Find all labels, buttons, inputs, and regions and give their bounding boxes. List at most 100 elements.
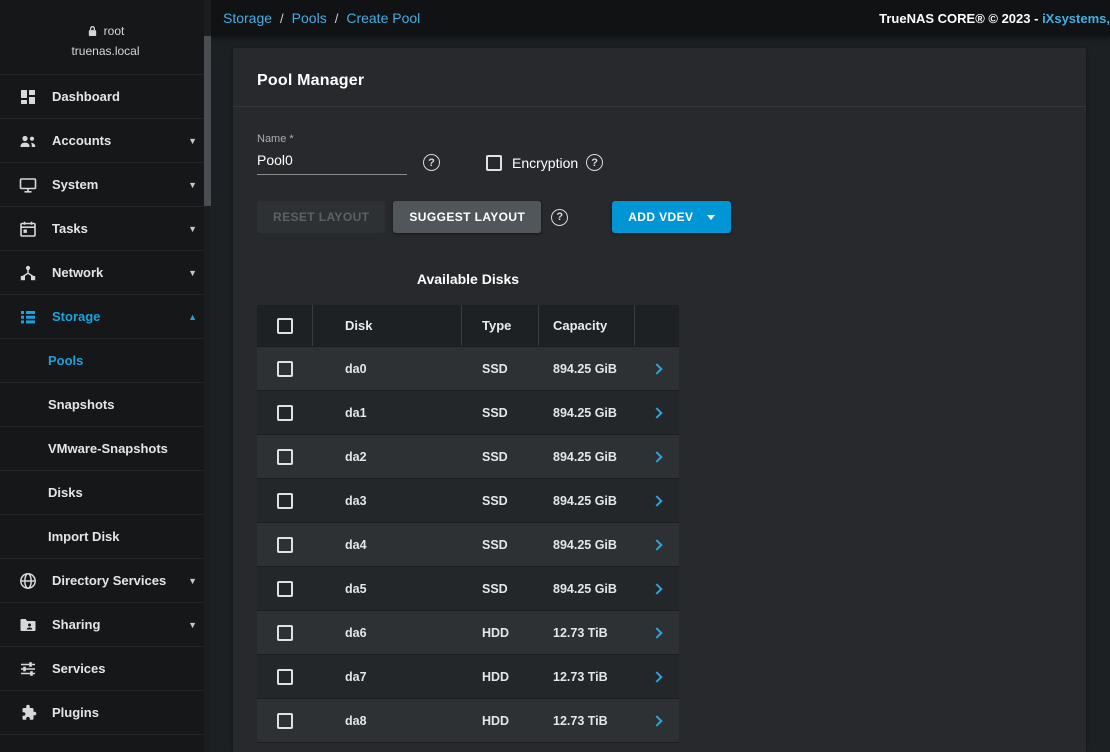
sidebar-item-network[interactable]: Network ▼ [0,251,211,295]
sidebar-item-accounts[interactable]: Accounts ▼ [0,119,211,163]
chevron-down-icon: ▼ [188,268,197,278]
column-header-disk[interactable]: Disk [313,305,462,346]
select-disk-checkbox[interactable] [277,713,293,729]
select-disk-checkbox[interactable] [277,625,293,641]
sidebar-scrollbar[interactable] [204,0,211,752]
topbar: Storage / Pools / Create Pool TrueNAS CO… [211,0,1110,36]
column-header-capacity[interactable]: Capacity [539,305,635,346]
sidebar-item-label: Sharing [52,617,100,632]
breadcrumb-pools[interactable]: Pools [292,10,327,26]
sidebar-item-directory-services[interactable]: Directory Services ▼ [0,559,211,603]
sidebar-item-storage[interactable]: Storage ▲ [0,295,211,339]
breadcrumb-storage[interactable]: Storage [223,10,272,26]
sidebar-item-vmware-snapshots[interactable]: VMware-Snapshots [0,427,211,471]
pool-form-row: Name * ? Encryption ? [257,133,1062,175]
sidebar-item-label: Accounts [52,133,111,148]
breadcrumb-separator: / [335,11,339,26]
tasks-icon [18,219,38,239]
select-all-checkbox[interactable] [277,318,293,334]
disk-row: da6 HDD 12.73 TiB [257,611,679,655]
sidebar-item-sharing[interactable]: Sharing ▼ [0,603,211,647]
disk-type: HDD [462,699,539,742]
expand-row-icon[interactable] [651,407,662,418]
disk-type: SSD [462,567,539,610]
sidebar-item-services[interactable]: Services [0,647,211,691]
sidebar-item-label: Storage [52,309,100,324]
disk-row: da0 SSD 894.25 GiB [257,347,679,391]
encryption-help-icon[interactable]: ? [586,154,603,171]
disk-name: da6 [313,611,462,654]
disk-capacity: 894.25 GiB [539,391,635,434]
chevron-down-icon: ▼ [188,224,197,234]
encryption-checkbox[interactable] [486,155,502,171]
sidebar-subitem-label: Disks [48,485,83,500]
chevron-down-icon: ▼ [188,620,197,630]
column-header-type[interactable]: Type [462,305,539,346]
breadcrumb-separator: / [280,11,284,26]
sidebar-subitem-label: Pools [48,353,83,368]
chevron-down-icon [707,215,715,220]
layout-buttons-row: RESET LAYOUT SUGGEST LAYOUT ? ADD VDEV [257,201,1062,233]
chevron-down-icon: ▼ [188,576,197,586]
sidebar-item-pools[interactable]: Pools [0,339,211,383]
reset-layout-button[interactable]: RESET LAYOUT [257,201,385,233]
sidebar-item-dashboard[interactable]: Dashboard [0,75,211,119]
pool-name-input[interactable] [257,152,407,175]
layout-help-icon[interactable]: ? [551,209,568,226]
disk-capacity: 894.25 GiB [539,479,635,522]
chevron-down-icon: ▼ [188,136,197,146]
sidebar-item-tasks[interactable]: Tasks ▼ [0,207,211,251]
expand-row-icon[interactable] [651,627,662,638]
sidebar-item-label: Plugins [52,705,99,720]
add-vdev-button[interactable]: ADD VDEV [612,201,731,233]
disk-capacity: 12.73 TiB [539,699,635,742]
select-disk-checkbox[interactable] [277,493,293,509]
sidebar-item-snapshots[interactable]: Snapshots [0,383,211,427]
expand-row-icon[interactable] [651,539,662,550]
name-help-icon[interactable]: ? [423,154,440,171]
sidebar: root truenas.local Dashboard Accounts ▼ … [0,0,211,752]
select-disk-checkbox[interactable] [277,581,293,597]
directory-services-icon [18,571,38,591]
sidebar-item-label: Dashboard [52,89,120,104]
column-header-expand [635,305,679,346]
sharing-icon [18,615,38,635]
scrollbar-thumb[interactable] [204,36,211,206]
disk-table-body: da0 SSD 894.25 GiB da1 SSD 894.25 GiB da… [257,347,679,743]
expand-row-icon[interactable] [651,583,662,594]
pool-manager-card: Pool Manager Name * ? Encryption ? RESET… [233,48,1086,752]
expand-row-icon[interactable] [651,671,662,682]
sidebar-subitem-label: Snapshots [48,397,114,412]
disk-capacity: 894.25 GiB [539,435,635,478]
select-disk-checkbox[interactable] [277,405,293,421]
sidebar-item-disks[interactable]: Disks [0,471,211,515]
plugins-icon [18,703,38,723]
sidebar-item-plugins[interactable]: Plugins [0,691,211,735]
select-disk-checkbox[interactable] [277,537,293,553]
disk-name: da8 [313,699,462,742]
breadcrumb-create-pool[interactable]: Create Pool [346,10,420,26]
expand-row-icon[interactable] [651,715,662,726]
sidebar-item-label: Network [52,265,103,280]
disk-capacity: 12.73 TiB [539,611,635,654]
ixsystems-link[interactable]: iXsystems, [1042,11,1110,26]
disk-name: da2 [313,435,462,478]
disk-capacity: 894.25 GiB [539,523,635,566]
disk-type: HDD [462,611,539,654]
disk-name: da1 [313,391,462,434]
disk-type: HDD [462,655,539,698]
suggest-layout-button[interactable]: SUGGEST LAYOUT [393,201,541,233]
expand-row-icon[interactable] [651,495,662,506]
available-disks-title: Available Disks [257,271,679,287]
disk-row: da3 SSD 894.25 GiB [257,479,679,523]
expand-row-icon[interactable] [651,363,662,374]
chevron-down-icon: ▼ [188,180,197,190]
expand-row-icon[interactable] [651,451,662,462]
sidebar-item-system[interactable]: System ▼ [0,163,211,207]
sidebar-item-label: Directory Services [52,573,166,588]
sidebar-item-import-disk[interactable]: Import Disk [0,515,211,559]
user-block: root truenas.local [0,0,211,75]
select-disk-checkbox[interactable] [277,449,293,465]
select-disk-checkbox[interactable] [277,361,293,377]
select-disk-checkbox[interactable] [277,669,293,685]
